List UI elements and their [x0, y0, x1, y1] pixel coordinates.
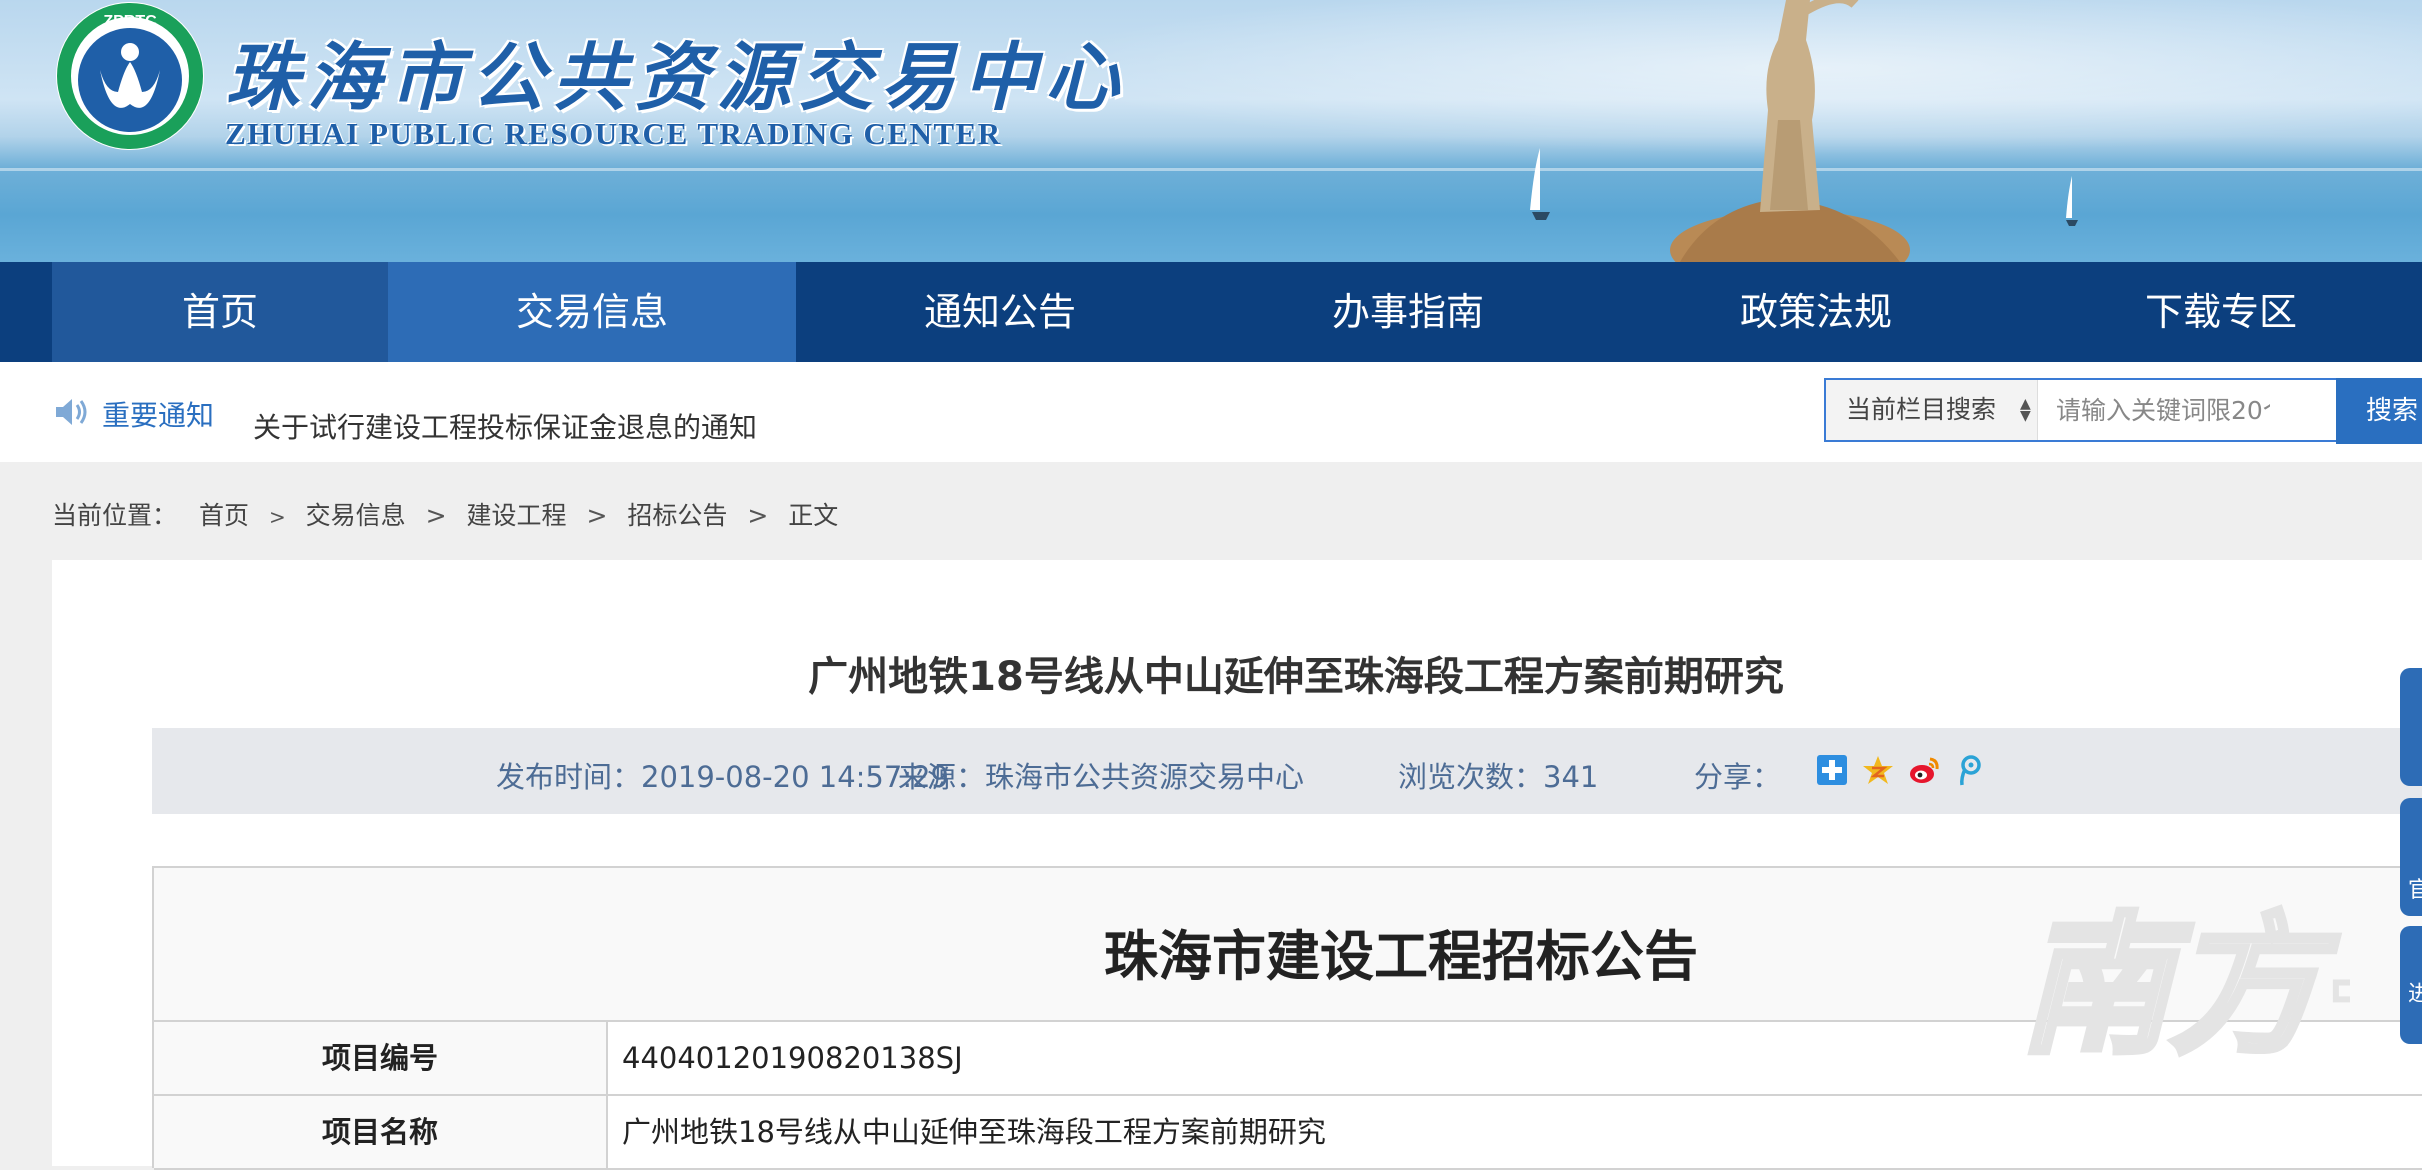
article-title: 广州地铁18号线从中山延伸至珠海段工程方案前期研究	[808, 654, 1784, 700]
tencent-weibo-icon[interactable]	[1954, 754, 1986, 786]
breadcrumb-prefix: 当前位置：	[52, 501, 178, 530]
side-tab-enter[interactable]: 进	[2400, 926, 2422, 1044]
site-title-cn: 珠海市公共资源交易中心	[225, 35, 1127, 121]
horizon-line	[0, 168, 2422, 171]
breadcrumb-home[interactable]: 首页	[199, 496, 249, 532]
side-tab-official[interactable]: 官	[2400, 798, 2422, 916]
side-tab-top[interactable]	[2400, 668, 2422, 786]
search-input[interactable]	[2040, 380, 2272, 440]
weibo-icon[interactable]	[1908, 754, 1940, 786]
notice-bar: 重要通知 关于试行建设工程投标保证金退息的通知 当前栏目搜索 ▲ ▼	[0, 362, 2422, 462]
site-title-en: ZHUHAI PUBLIC RESOURCE TRADING CENTER	[225, 116, 1002, 151]
main-nav: 首页 交易信息 通知公告 办事指南 政策法规 下载专区	[0, 262, 2422, 362]
qzone-star-icon[interactable]	[1862, 754, 1894, 786]
view-count: 浏览次数：341	[1398, 760, 1599, 794]
article-source: 来源：珠海市公共资源交易中心	[898, 760, 1305, 794]
nav-notices[interactable]: 通知公告	[796, 262, 1204, 362]
nav-home[interactable]: 首页	[52, 262, 388, 362]
article-meta-bar: 发布时间：2019-08-20 14:57:29 来源：珠海市公共资源交易中心 …	[152, 728, 2422, 814]
nav-policy[interactable]: 政策法规	[1612, 262, 2020, 362]
publish-time: 发布时间：2019-08-20 14:57:29	[496, 760, 949, 794]
breadcrumb-separator: >	[747, 501, 769, 530]
breadcrumb-tender-notice[interactable]: 招标公告	[627, 496, 727, 532]
cell-label: 项目名称	[154, 1096, 608, 1168]
side-tab-label: 进	[2408, 982, 2422, 1007]
search-scope-label: 当前栏目搜索	[1846, 395, 1997, 424]
search-button[interactable]: 搜索	[2336, 378, 2422, 444]
share-label: 分享：	[1694, 760, 1782, 794]
search-scope-select[interactable]: 当前栏目搜索 ▲ ▼	[1826, 380, 2038, 440]
notice-link[interactable]: 关于试行建设工程投标保证金退息的通知	[253, 406, 757, 446]
fisher-girl-statue-icon	[1670, 0, 1910, 262]
select-arrows-icon: ▲ ▼	[2020, 396, 2031, 424]
breadcrumb-separator: >	[268, 505, 286, 529]
breadcrumb-construction[interactable]: 建设工程	[467, 496, 567, 532]
cell-value: 广州地铁18号线从中山延伸至珠海段工程方案前期研究	[622, 1115, 1326, 1149]
side-tab-label: 官	[2408, 878, 2422, 903]
nav-guide[interactable]: 办事指南	[1204, 262, 1612, 362]
breadcrumb-separator: >	[425, 501, 447, 530]
share-plus-icon[interactable]	[1816, 754, 1848, 786]
table-row: 项目名称 广州地铁18号线从中山延伸至珠海段工程方案前期研究	[154, 1096, 2422, 1170]
cell-value: 44040120190820138SJ	[622, 1041, 963, 1075]
notice-label: 重要通知	[102, 399, 215, 432]
nanfang-plus-watermark-icon: 南方+	[2017, 895, 2350, 1077]
breadcrumb: 当前位置： 首页 > 交易信息 > 建设工程 > 招标公告 > 正文	[52, 496, 838, 532]
sailboat-icon	[1530, 148, 1550, 220]
search-form: 当前栏目搜索 ▲ ▼	[1824, 378, 2422, 442]
breadcrumb-separator: >	[586, 501, 608, 530]
speaker-icon	[56, 399, 87, 425]
sailboat-icon	[2066, 176, 2078, 226]
breadcrumb-current: 正文	[788, 501, 839, 530]
breadcrumb-trading-info[interactable]: 交易信息	[306, 496, 406, 532]
nav-trading-info[interactable]: 交易信息	[388, 262, 796, 362]
logo-badge-text: ZPRTC	[103, 13, 157, 30]
site-banner: ZPRTC 珠海市公共资源交易中心 ZHUHAI PUBLIC RESOURCE…	[0, 0, 2422, 262]
nav-downloads[interactable]: 下载专区	[2020, 262, 2422, 362]
site-logo-icon[interactable]: ZPRTC	[50, 0, 210, 160]
cell-label: 项目编号	[154, 1022, 608, 1094]
svg-text:南方+: 南方+	[2020, 898, 2350, 1074]
